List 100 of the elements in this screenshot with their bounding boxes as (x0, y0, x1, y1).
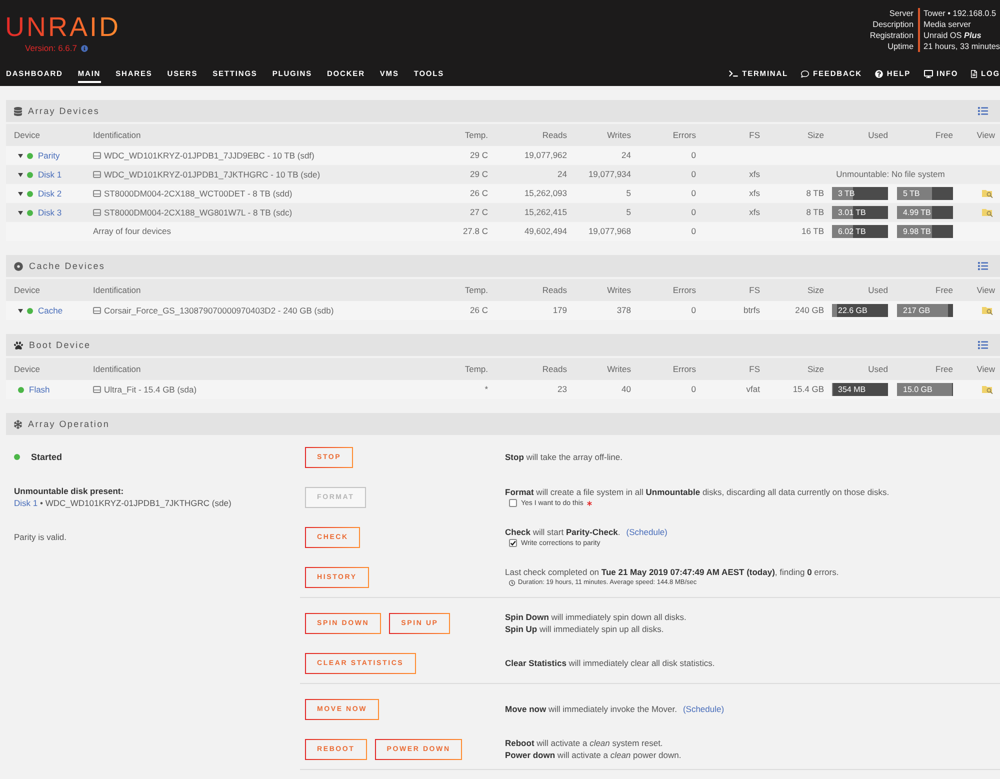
operation-description: Last check completed on Tue 21 May 2019 07:47:49 AM AEST (today), finding 0 errors. (505, 566, 840, 578)
column-header: Errors (633, 358, 698, 380)
table-cell: 5 (569, 203, 633, 222)
section-title: Boot Device (29, 340, 91, 350)
free-value: 15.0 GB (902, 384, 932, 396)
server-info-value: Tower • 192.168.0.5 (922, 8, 998, 19)
used-value: 3 TB (837, 188, 855, 200)
drive-icon (93, 152, 101, 160)
table-cell: 19,077,962 (490, 146, 569, 165)
column-header: Device (6, 124, 88, 146)
column-header: View (955, 358, 1000, 380)
column-header: Device (6, 279, 88, 301)
device-link[interactable]: Disk 1 (38, 169, 62, 180)
disk-identification: WDC_WD101KRYZ-01JPDB1_7JJD9EBC - 10 TB (sdf) (104, 150, 314, 160)
column-header: Free (890, 279, 955, 301)
table-cell: 49,602,494 (490, 222, 569, 241)
column-header: Reads (490, 358, 569, 380)
column-header: Device (6, 358, 88, 380)
device-link[interactable]: Flash (29, 384, 50, 394)
server-info-label: Description (870, 19, 920, 30)
caret-icon[interactable] (18, 192, 23, 196)
column-header: Errors (633, 124, 698, 146)
paw-icon (14, 340, 23, 350)
folder-search-icon[interactable] (982, 189, 993, 198)
table-cell: 15,262,415 (490, 203, 569, 222)
unmountable-disk-detail: Disk 1 • WDC_WD101KRYZ-01JPDB1_7JKTHGRC (sde) (14, 497, 232, 509)
table-cell: 8 TB (762, 184, 826, 203)
drive-icon (93, 209, 101, 216)
server-info-value: Media server (922, 19, 972, 30)
table-cell: 0 (633, 222, 698, 241)
column-header: Used (826, 358, 890, 380)
schedule-link[interactable]: (Schedule) (626, 526, 668, 536)
table-cell: 8 TB (762, 203, 826, 222)
array-status: Started (31, 452, 62, 462)
table-cell: 29 C (400, 146, 490, 165)
server-info-label: Uptime (870, 41, 920, 52)
checkbox[interactable] (509, 499, 517, 507)
table-cell: xfs (698, 203, 762, 222)
disk-identification: ST8000DM004-2CX188_WCT00DET - 8 TB (sdd) (104, 188, 292, 198)
column-header: Used (826, 279, 890, 301)
operation-description: Move now will immediately invoke the Mover. (Schedule) (505, 703, 726, 715)
caret-icon[interactable] (18, 210, 23, 215)
table-cell: 0 (633, 380, 698, 399)
column-header: Free (890, 124, 955, 146)
disk-identification: WDC_WD101KRYZ-01JPDB1_7JKTHGRC - 10 TB (sde) (104, 169, 320, 180)
table-cell: 19,077,968 (569, 222, 633, 241)
schedule-link[interactable]: (Schedule) (682, 704, 724, 714)
used-value: 22.6 GB (837, 305, 868, 317)
folder-search-icon[interactable] (982, 385, 993, 394)
table-cell: 27 C (400, 203, 490, 222)
table-cell: 15.4 GB (762, 380, 826, 399)
database-icon (14, 106, 22, 116)
operation-description: Spin Down will immediately spin down all disks. (505, 611, 688, 623)
table-cell: 40 (569, 380, 633, 399)
caret-icon[interactable] (18, 308, 23, 313)
column-header: Writes (569, 124, 633, 146)
speech-bubble-icon (801, 70, 810, 78)
device-link[interactable]: Disk 2 (38, 188, 62, 198)
section-title: Array Operation (28, 419, 110, 429)
free-value: 4.99 TB (902, 207, 931, 219)
column-header: Temp. (400, 279, 490, 301)
disk-identification: Corsair_Force_GS_130879070000970403D2 - 240 GB (sdb) (104, 305, 334, 316)
drive-icon (93, 171, 101, 178)
column-header: Errors (633, 279, 698, 301)
free-value: 5 TB (902, 188, 920, 200)
server-info-label: Server (870, 8, 920, 19)
device-link[interactable]: Cache (38, 305, 63, 316)
drive-icon (93, 386, 101, 394)
column-header: Free (890, 358, 955, 380)
caret-icon[interactable] (18, 172, 23, 177)
column-header: Writes (569, 358, 633, 380)
info-icon[interactable] (80, 45, 88, 52)
warning-title: Unmountable disk present: (14, 485, 125, 497)
table-cell: 26 C (400, 301, 490, 320)
disk-link[interactable]: Disk 1 (14, 498, 38, 508)
column-header: Identification (88, 279, 400, 301)
list-icon[interactable] (978, 340, 988, 350)
operation-description: Power down will activate a clean power down. (505, 749, 682, 761)
clock-icon (509, 580, 515, 586)
table-cell: 27.8 C (400, 222, 490, 241)
table-cell: 19,077,934 (569, 165, 633, 184)
table-cell: 23 (490, 380, 569, 399)
folder-search-icon[interactable] (982, 208, 993, 218)
table-cell: 0 (633, 165, 698, 184)
checkbox[interactable] (509, 539, 517, 547)
column-header: Writes (569, 279, 633, 301)
device-link[interactable]: Disk 3 (38, 207, 62, 218)
parity-status: Parity is valid. (14, 532, 68, 542)
table-cell: 378 (569, 301, 633, 320)
version-label: Version: 6.6.7 (25, 43, 77, 54)
list-icon[interactable] (978, 106, 988, 116)
operation-description: Clear Statistics will immediately clear all disk statistics. (505, 657, 716, 669)
free-value: 217 GB (902, 305, 930, 317)
folder-search-icon[interactable] (982, 306, 993, 316)
file-icon (971, 70, 978, 78)
caret-icon[interactable] (18, 154, 23, 158)
device-link[interactable]: Parity (38, 150, 60, 160)
table-cell: 240 GB (762, 301, 826, 320)
list-icon[interactable] (978, 261, 988, 271)
table-cell: vfat (698, 380, 762, 399)
